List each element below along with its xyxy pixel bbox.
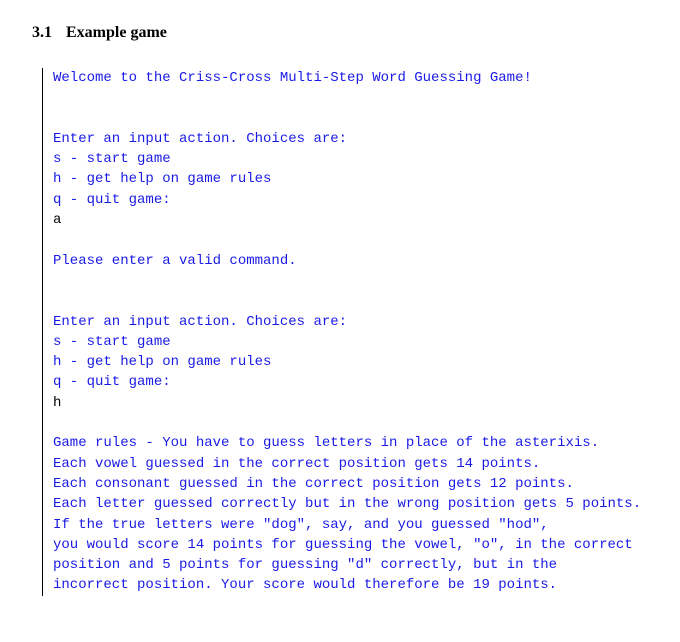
output-line: position and 5 points for guessing "d" c… [53, 557, 557, 573]
output-line: s - start game [53, 151, 171, 167]
output-line: If the true letters were "dog", say, and… [53, 517, 549, 533]
section-heading: 3.1 Example game [32, 24, 648, 42]
output-line: h - get help on game rules [53, 354, 271, 370]
terminal-output: Welcome to the Criss-Cross Multi-Step Wo… [42, 68, 648, 596]
output-line: Enter an input action. Choices are: [53, 131, 347, 147]
output-line: q - quit game: [53, 374, 171, 390]
section-number: 3.1 [32, 24, 52, 42]
output-line: you would score 14 points for guessing t… [53, 537, 633, 553]
output-line: Each consonant guessed in the correct po… [53, 476, 574, 492]
output-line: Enter an input action. Choices are: [53, 314, 347, 330]
output-line: Welcome to the Criss-Cross Multi-Step Wo… [53, 70, 532, 86]
output-line: Please enter a valid command. [53, 253, 297, 269]
output-line: Each vowel guessed in the correct positi… [53, 456, 540, 472]
input-line: a [53, 212, 61, 228]
output-line: q - quit game: [53, 192, 171, 208]
output-line: s - start game [53, 334, 171, 350]
output-line: Game rules - You have to guess letters i… [53, 435, 599, 451]
output-line: incorrect position. Your score would the… [53, 577, 557, 593]
input-line: h [53, 395, 61, 411]
section-title: Example game [66, 24, 167, 41]
output-line: h - get help on game rules [53, 171, 271, 187]
output-line: Each letter guessed correctly but in the… [53, 496, 641, 512]
